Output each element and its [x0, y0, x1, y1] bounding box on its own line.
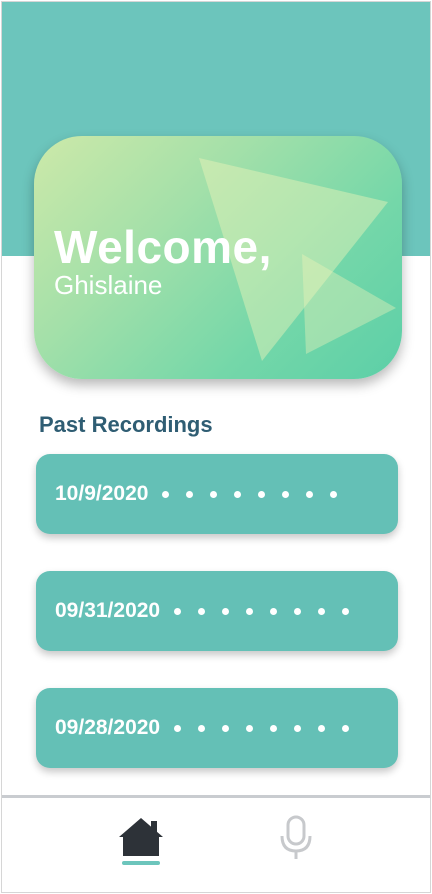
nav-record-button[interactable]	[276, 814, 316, 862]
user-name: Ghislaine	[54, 270, 163, 300]
waveform-dots	[174, 607, 350, 615]
welcome-title: Welcome,	[54, 221, 272, 273]
bottom-navigation	[2, 795, 430, 892]
microphone-icon	[280, 815, 312, 859]
recording-item[interactable]: 09/31/2020	[36, 571, 398, 651]
active-tab-indicator	[122, 861, 160, 865]
nav-home-button[interactable]	[118, 816, 168, 872]
app-screen: Welcome, Ghislaine Past Recordings 10/9/…	[1, 1, 431, 893]
recording-date: 09/31/2020	[55, 599, 161, 622]
recording-date: 09/28/2020	[55, 716, 161, 739]
recording-item[interactable]: 09/28/2020	[36, 688, 398, 768]
waveform-dots	[174, 724, 350, 732]
waveform-dots	[162, 490, 338, 498]
recording-item[interactable]: 10/9/2020	[36, 454, 398, 534]
welcome-card: Welcome, Ghislaine	[34, 136, 402, 379]
past-recordings-heading: Past Recordings	[39, 412, 213, 437]
recording-date: 10/9/2020	[55, 482, 149, 505]
home-icon	[119, 818, 163, 856]
